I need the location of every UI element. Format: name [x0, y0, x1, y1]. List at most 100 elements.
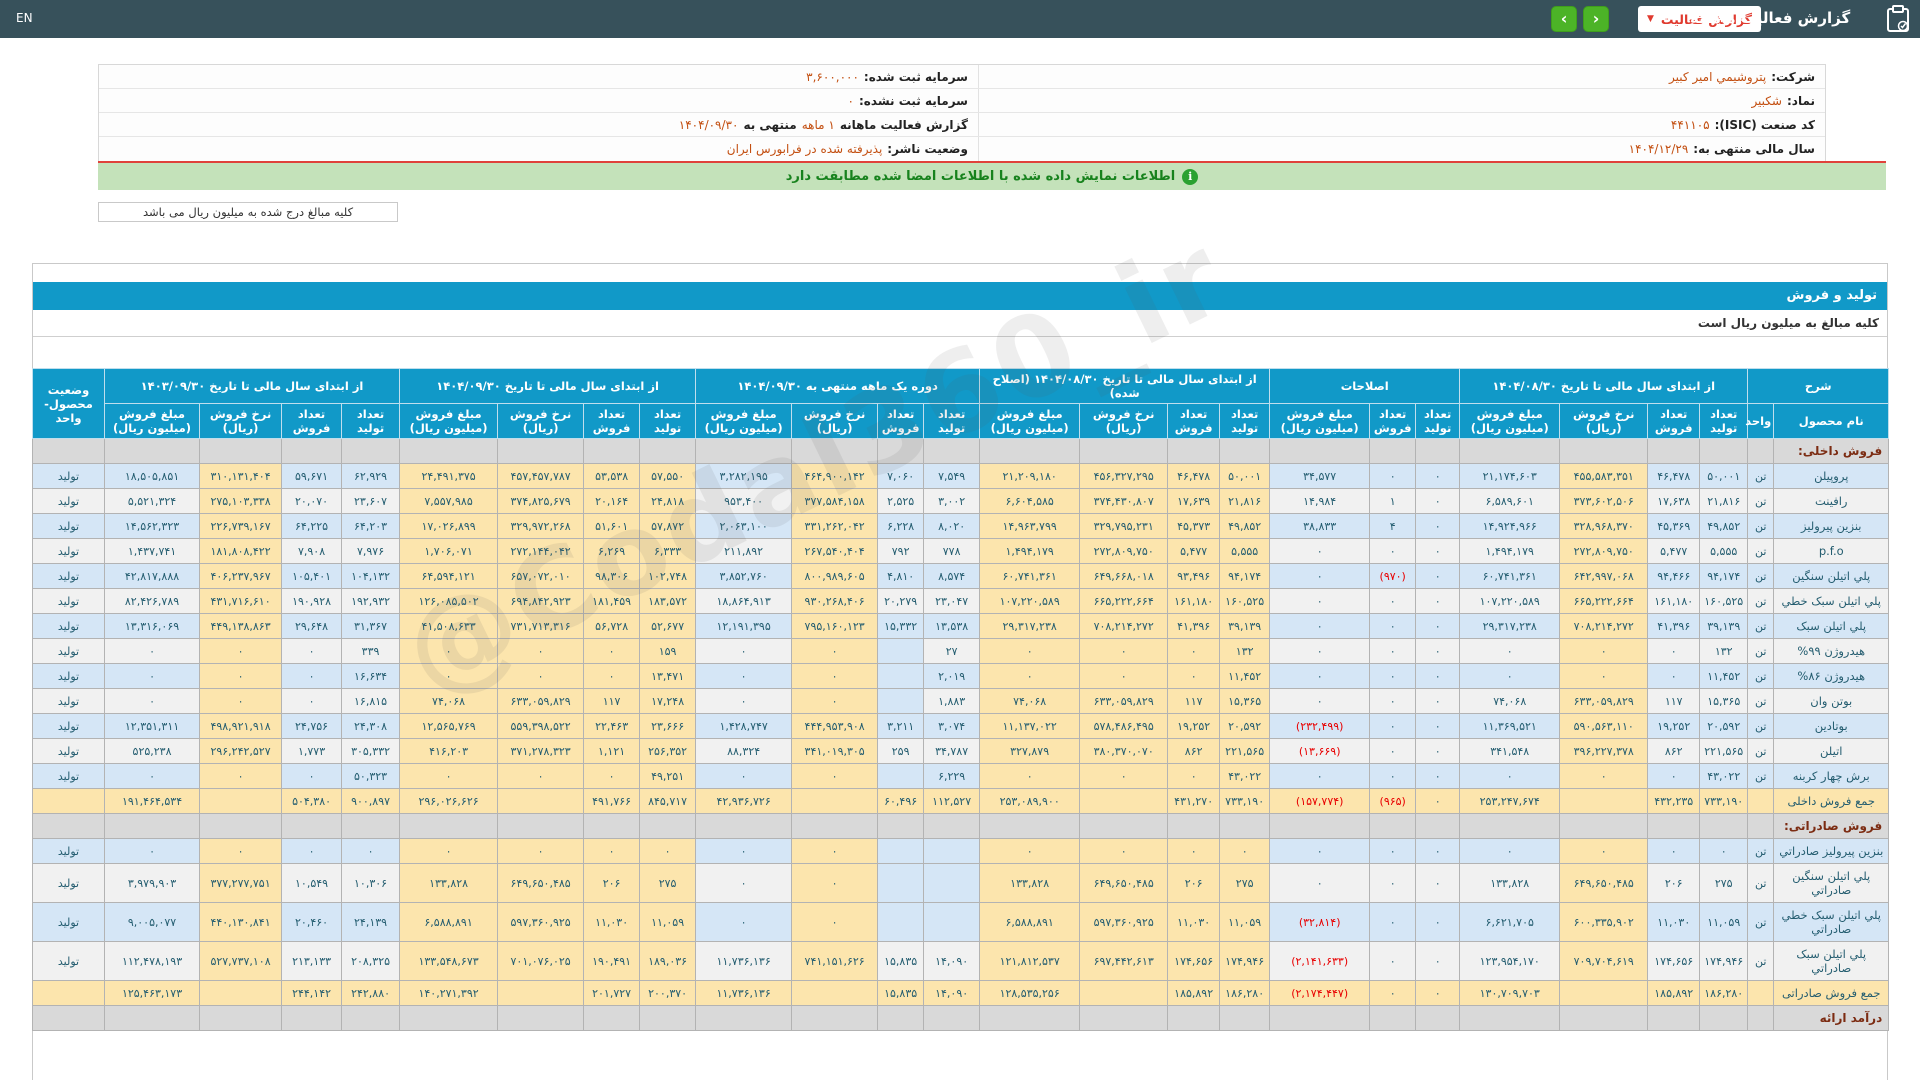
data-cell: ۱۱,۰۵۹	[1219, 902, 1271, 942]
data-cell: ۰	[1269, 838, 1371, 864]
status-cell: تولید	[32, 563, 105, 589]
table-row: پلي اتيلن سبک خطي تن ۱۶۰,۵۲۵ ۱۶۱,۱۸۰ ۶۶۵,۲۲۲…	[32, 588, 1890, 614]
group-header-current-month: دوره یک ماهه منتهی به ۱۴۰۴/۰۹/۳۰	[695, 368, 981, 404]
data-cell: ۳۰۵,۳۳۲	[341, 738, 401, 764]
product-name-cell: هیدروژن ۹۹%	[1773, 638, 1890, 664]
data-cell: ۳۷۱,۲۷۸,۳۲۳	[497, 738, 585, 764]
status-cell: تولید	[32, 538, 105, 564]
data-cell: ۱۷۴,۹۴۶	[1699, 941, 1749, 981]
data-cell: ۷۹۲	[877, 538, 925, 564]
section-cell	[1369, 1005, 1417, 1031]
data-cell: ۰	[399, 838, 499, 864]
data-cell: ۸۰۰,۹۸۹,۶۰۵	[791, 563, 879, 589]
next-report-button[interactable]: ›	[1583, 6, 1609, 32]
data-cell: ۱۳,۵۳۸	[923, 613, 981, 639]
data-cell: ۰	[1415, 463, 1461, 489]
data-cell: ۲۰۶	[583, 863, 641, 903]
data-cell: ۳۹۶,۲۲۷,۳۷۸	[1559, 738, 1649, 764]
product-name-cell: پروپیلن	[1773, 463, 1890, 489]
data-cell: ۱,۴۲۸,۷۴۷	[695, 713, 793, 739]
data-cell: ۱۵,۳۳۲	[877, 613, 925, 639]
data-cell: ۳,۹۷۹,۹۰۳	[103, 863, 201, 903]
section-cell	[281, 1005, 343, 1031]
data-cell: ۱۳۲	[1699, 638, 1749, 664]
data-cell: ۲۹,۳۱۷,۲۳۸	[979, 613, 1081, 639]
section-cell	[103, 813, 201, 839]
data-cell: تن	[1747, 663, 1775, 689]
data-cell: ۰	[1167, 838, 1221, 864]
product-name-cell: پلي اتيلن سبک خطي	[1773, 588, 1890, 614]
data-cell: تن	[1747, 688, 1775, 714]
table-row: بنزین پیرولیز تن ۴۹,۸۵۲ ۴۵,۳۶۹ ۳۲۸,۹۶۸,۳۷۰ ۱۴…	[32, 513, 1890, 539]
section-cell	[979, 438, 1081, 464]
table-row: پلي اتيلن سبک تن ۳۹,۱۳۹ ۴۱,۳۹۶ ۷۰۸,۲۱۴,۲۷۲ ۲۹…	[32, 613, 1890, 639]
data-cell: ۶۰,۷۴۱,۳۶۱	[1459, 563, 1561, 589]
section-cell	[1699, 1005, 1749, 1031]
data-cell: ۱۲۳,۹۵۴,۱۷۰	[1459, 941, 1561, 981]
data-cell: ۰	[1699, 838, 1749, 864]
data-cell: ۵۰,۰۰۱	[1699, 463, 1749, 489]
total-row: جمع فروش داخلی ۷۳۳,۱۹۰ ۴۳۲,۲۳۵ ۲۵۳,۲۴۷,۶۷۴ ۰…	[32, 788, 1890, 814]
data-cell: ۳۷۴,۴۳۰,۸۰۷	[1079, 488, 1169, 514]
production-sales-table: شرح از ابتدای سال مالی تا تاریخ ۱۴۰۴/۰۸/…	[32, 368, 1890, 1031]
data-cell: ۲۱,۸۱۶	[1219, 488, 1271, 514]
data-cell: ۷,۵۵۷,۹۸۵	[399, 488, 499, 514]
data-cell	[877, 688, 925, 714]
data-cell: ۱۴۰,۲۷۱,۳۹۲	[399, 980, 499, 1006]
registered-capital-value: ۳,۶۰۰,۰۰۰	[806, 69, 859, 84]
data-cell: ۴۳۲,۲۳۵	[1647, 788, 1701, 814]
data-cell: ۰	[1415, 838, 1461, 864]
data-cell: تن	[1747, 763, 1775, 789]
data-cell: ۲۰۶	[1647, 863, 1701, 903]
data-cell: ۲۳,۶۶۶	[639, 713, 697, 739]
data-cell: ۴۹۸,۹۲۱,۹۱۸	[199, 713, 283, 739]
section-cell	[1079, 813, 1169, 839]
data-cell	[199, 788, 283, 814]
prev-report-button[interactable]: ‹	[1551, 6, 1577, 32]
col-header-sale-qty: تعداد فروش	[1167, 403, 1221, 439]
data-cell: ۱۸,۸۶۴,۹۱۳	[695, 588, 793, 614]
desc-group-header: شرح	[1747, 368, 1890, 404]
data-cell: ۱۳,۴۷۱	[639, 663, 697, 689]
product-name-cell: پلي اتيلن سبک	[1773, 613, 1890, 639]
section-cell	[923, 438, 981, 464]
product-name-cell: بنزین پیرولیز	[1773, 513, 1890, 539]
section-cell	[1459, 438, 1561, 464]
data-cell: ۱۱,۷۳۶,۱۳۶	[695, 941, 793, 981]
data-cell: ۱۱۷	[1647, 688, 1701, 714]
section-cell	[1747, 1005, 1775, 1031]
data-cell: ۵۹۰,۵۶۳,۱۱۰	[1559, 713, 1649, 739]
product-name-cell: بوتن وان	[1773, 688, 1890, 714]
language-switch-en[interactable]: EN	[16, 11, 33, 25]
data-cell: ۲۲۶,۷۳۹,۱۶۷	[199, 513, 283, 539]
data-cell: ۴۶,۴۷۸	[1647, 463, 1701, 489]
section-cell	[1219, 1005, 1271, 1031]
data-cell: ۲۱۳,۱۳۳	[281, 941, 343, 981]
data-cell: ۴۵۶,۳۲۷,۲۹۵	[1079, 463, 1169, 489]
data-cell: ۰	[1269, 638, 1371, 664]
data-cell: ۳,۲۱۱	[877, 713, 925, 739]
data-cell: ۲۶۷,۵۴۰,۴۰۴	[791, 538, 879, 564]
data-cell: ۳۷۷,۵۸۴,۱۵۸	[791, 488, 879, 514]
data-cell: ۶,۵۸۹,۶۰۱	[1459, 488, 1561, 514]
data-cell: ۱۲,۵۶۵,۷۶۹	[399, 713, 499, 739]
product-name-cell: اتیلن	[1773, 738, 1890, 764]
data-cell: ۰	[1415, 563, 1461, 589]
data-cell: ۵۷۸,۴۸۶,۴۹۵	[1079, 713, 1169, 739]
section-label: فروش داخلی:	[1773, 438, 1890, 464]
section-cell	[639, 1005, 697, 1031]
section-cell	[791, 813, 879, 839]
data-cell: ۰	[281, 763, 343, 789]
section-cell	[399, 438, 499, 464]
data-cell	[791, 788, 879, 814]
data-cell: تن	[1747, 941, 1775, 981]
report-period-months: ۱ ماهه	[801, 117, 835, 132]
data-cell: ۲۰,۰۷۰	[281, 488, 343, 514]
data-cell: (۹۶۵)	[1369, 788, 1417, 814]
data-cell: ۱۰,۵۴۹	[281, 863, 343, 903]
data-cell: ۵۹۷,۳۶۰,۹۲۵	[1079, 902, 1169, 942]
data-cell: ۷۹۵,۱۶۰,۱۲۳	[791, 613, 879, 639]
data-cell: ۶۴۹,۶۶۸,۰۱۸	[1079, 563, 1169, 589]
section-cell	[1699, 813, 1749, 839]
data-cell	[923, 838, 981, 864]
